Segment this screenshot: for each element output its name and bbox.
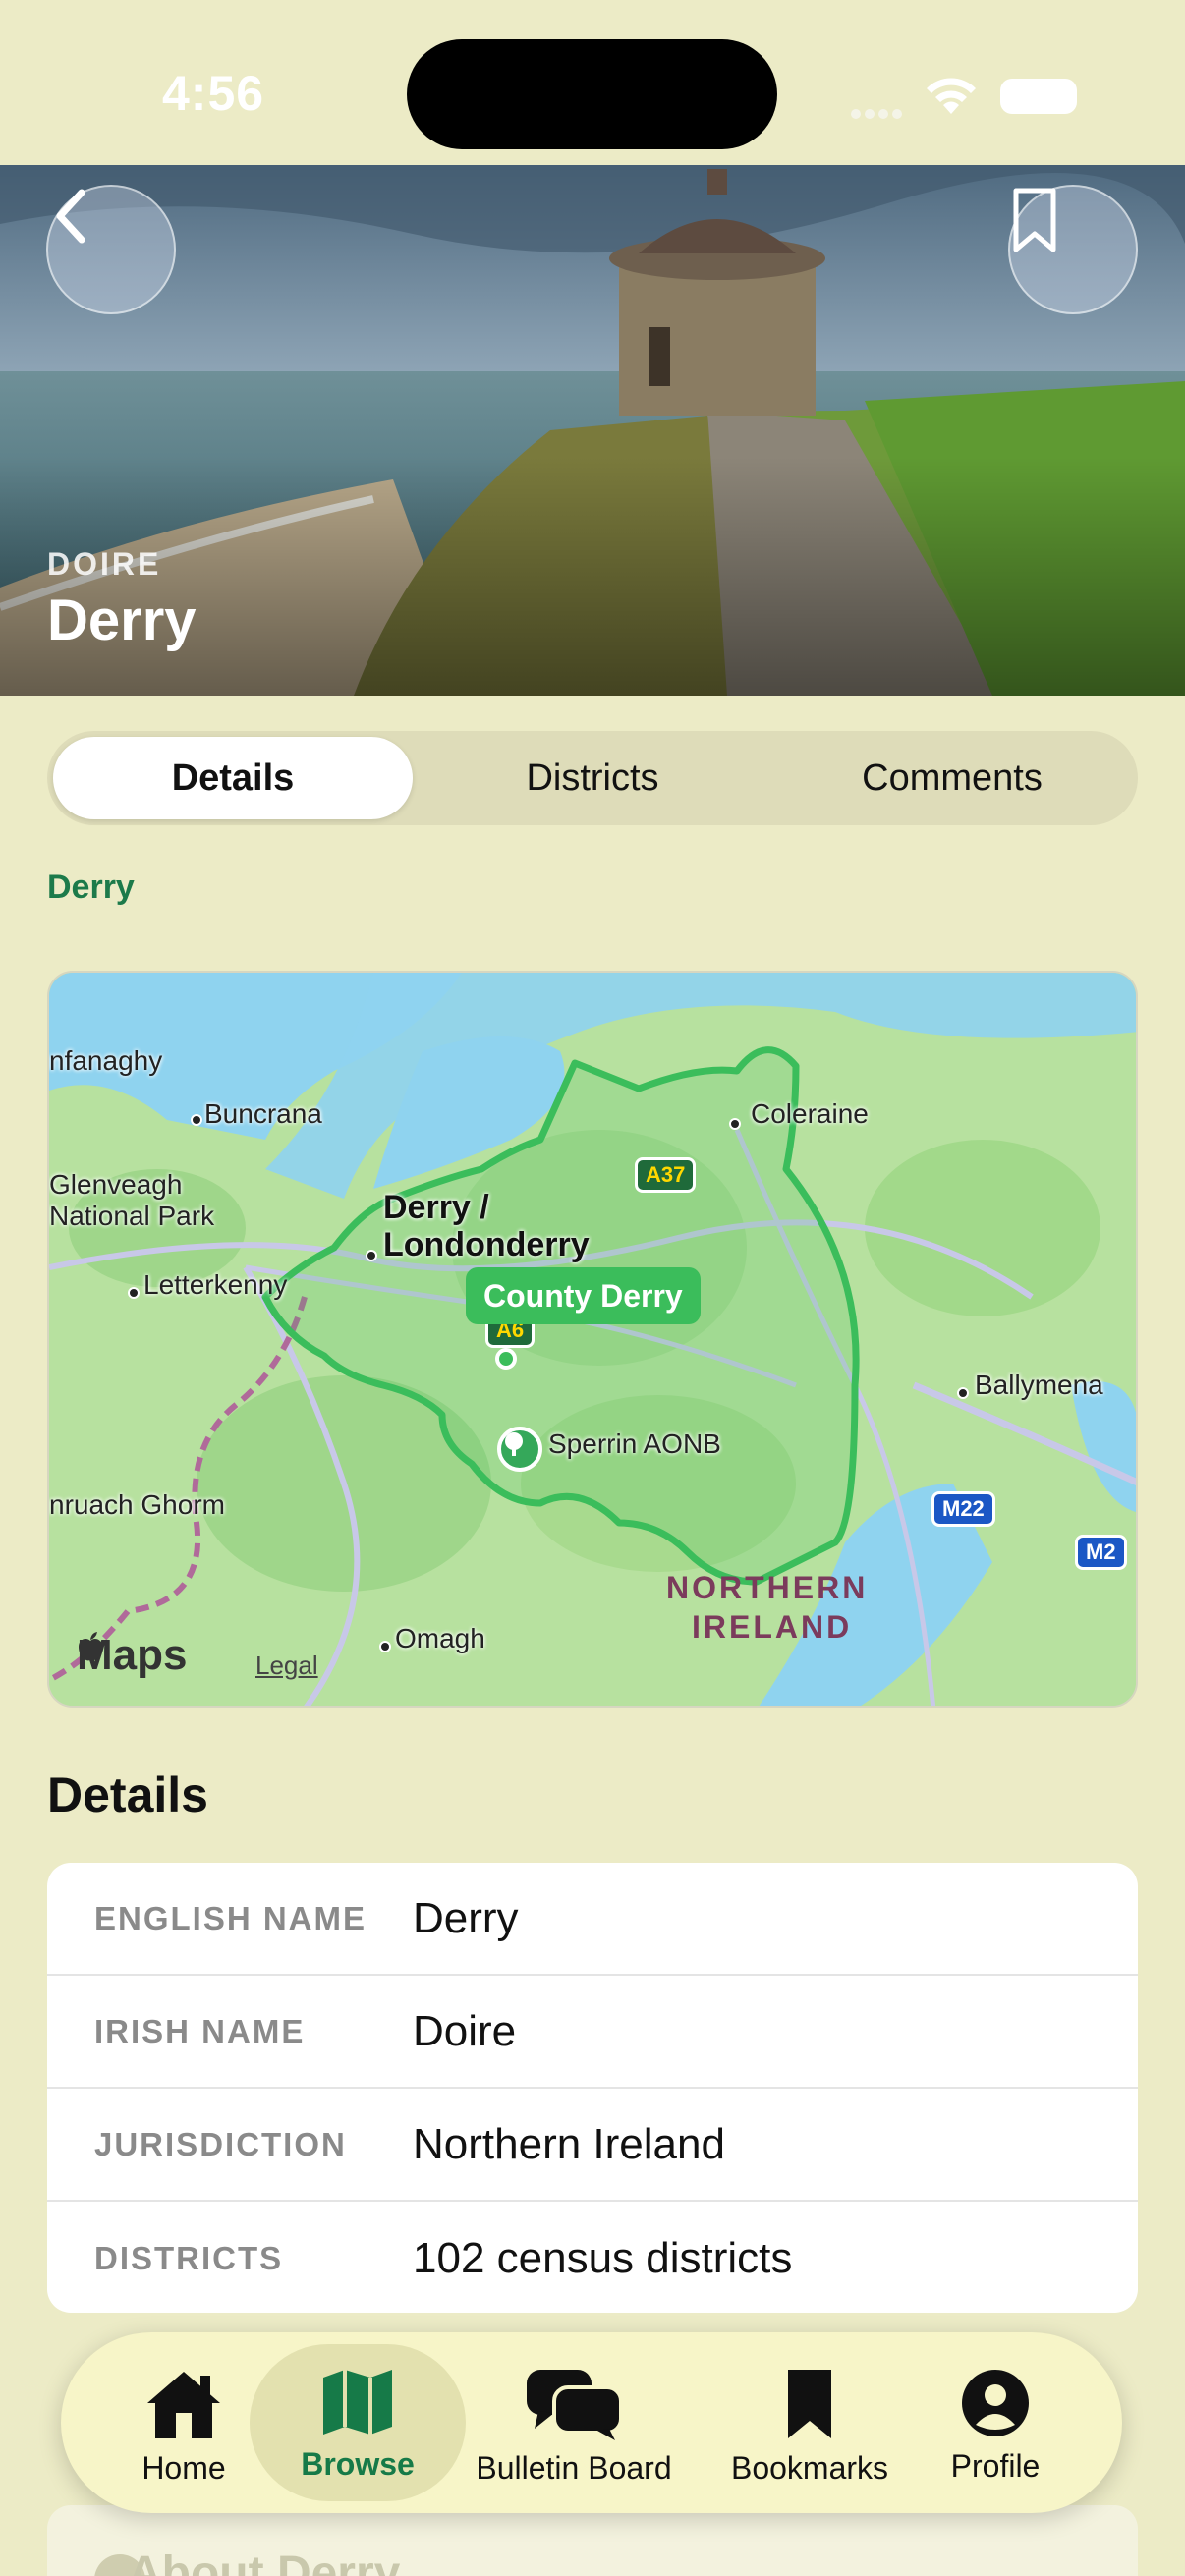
map-label-national-park: National Park [49, 1201, 215, 1231]
status-bar: 4:56 [0, 0, 1185, 165]
detail-key: DISTRICTS [94, 2239, 284, 2276]
map-dot [957, 1387, 969, 1399]
county-link[interactable]: Derry [47, 868, 135, 907]
detail-key: ENGLISH NAME [94, 1899, 367, 1936]
hero-subtitle: DOIRE [47, 546, 162, 582]
dynamic-island [407, 39, 777, 149]
map-label-cruach: nruach Ghorm [49, 1489, 225, 1520]
county-pill[interactable]: County Derry [466, 1267, 701, 1324]
map-dot [379, 1641, 391, 1652]
road-shield-m22: M22 [931, 1491, 995, 1527]
details-heading: Details [47, 1767, 208, 1822]
map-label-ireland: IRELAND [692, 1609, 853, 1645]
map-label-buncrana: Buncrana [204, 1098, 322, 1129]
tab-label: Browse [301, 2446, 415, 2482]
back-button[interactable] [46, 185, 176, 314]
tab-details[interactable]: Details [53, 737, 413, 819]
hero-image: DOIRE Derry [0, 165, 1185, 696]
map-label-londonderry: Londonderry [383, 1226, 590, 1263]
map-label-derry: Derry / [383, 1189, 489, 1226]
tab-districts[interactable]: Districts [413, 737, 772, 819]
map-label-coleraine: Coleraine [751, 1098, 869, 1129]
detail-key: JURISDICTION [94, 2125, 347, 2162]
map-dot [366, 1250, 377, 1261]
tabbar-item-bulletin-board[interactable]: Bulletin Board [466, 2344, 682, 2501]
detail-value: Doire [413, 2006, 517, 2055]
status-time: 4:56 [162, 66, 265, 121]
tabbar-item-home[interactable]: Home [110, 2344, 257, 2501]
signal-icon [851, 106, 910, 119]
legal-link[interactable]: Legal [255, 1651, 318, 1681]
hero-title: Derry [47, 588, 197, 652]
map-view[interactable]: nfanaghy Buncrana Coleraine Glenveagh Na… [47, 971, 1138, 1708]
person-icon [962, 2370, 1029, 2436]
map-canvas [49, 973, 1136, 1706]
map-label-glenveagh: Glenveagh [49, 1169, 183, 1200]
tree-icon[interactable] [497, 1427, 542, 1472]
tab-comments[interactable]: Comments [772, 737, 1132, 819]
map-dot [729, 1118, 741, 1130]
map-label-northern: NORTHERN [666, 1570, 869, 1605]
wifi-icon [927, 78, 976, 114]
map-icon [323, 2370, 392, 2435]
map-label-ballymena: Ballymena [975, 1370, 1103, 1400]
map-dot [128, 1287, 140, 1299]
road-shield-m2: M2 [1075, 1535, 1127, 1570]
tab-label: Profile [950, 2448, 1041, 2484]
tab-label: Bookmarks [730, 2450, 889, 2486]
apple-icon [79, 1632, 102, 1661]
bookmark-icon [1013, 188, 1056, 252]
detail-value: Derry [413, 1893, 519, 1942]
tab-bar: Home Browse Bulletin Board Bookmarks Pro… [61, 2332, 1122, 2513]
detail-value: 102 census districts [413, 2233, 793, 2282]
detail-row: DISTRICTS 102 census districts [47, 2202, 1138, 2313]
bookmark-icon [788, 2370, 831, 2438]
chat-bubbles-icon [527, 2370, 623, 2440]
road-shield-a37: A37 [635, 1157, 697, 1193]
county-pin[interactable] [495, 1348, 517, 1370]
tabbar-item-browse[interactable]: Browse [250, 2344, 466, 2501]
about-label: About Derry [128, 2548, 401, 2576]
detail-value: Northern Ireland [413, 2119, 725, 2168]
details-card: ENGLISH NAME Derry IRISH NAME Doire JURI… [47, 1863, 1138, 2313]
detail-row: ENGLISH NAME Derry [47, 1863, 1138, 1976]
bookmark-button[interactable] [1008, 185, 1138, 314]
detail-key: IRISH NAME [94, 2012, 306, 2049]
map-label-nfanaghy: nfanaghy [49, 1045, 163, 1076]
map-label-letterkenny: Letterkenny [143, 1269, 288, 1300]
segmented-control: Details Districts Comments [47, 731, 1138, 825]
apple-maps-logo: Maps [77, 1631, 187, 1680]
chevron-left-icon [56, 189, 85, 244]
detail-row: JURISDICTION Northern Ireland [47, 2089, 1138, 2202]
map-dot [191, 1114, 202, 1126]
house-icon [147, 2372, 220, 2438]
detail-row: IRISH NAME Doire [47, 1976, 1138, 2089]
tab-label: Home [141, 2450, 226, 2486]
map-label-omagh: Omagh [395, 1623, 485, 1653]
battery-icon [1000, 79, 1077, 114]
map-label-sperrin: Sperrin AONB [548, 1428, 721, 1459]
tab-label: Bulletin Board [476, 2450, 672, 2486]
tabbar-item-bookmarks[interactable]: Bookmarks [711, 2344, 908, 2501]
tabbar-item-profile[interactable]: Profile [922, 2344, 1069, 2501]
